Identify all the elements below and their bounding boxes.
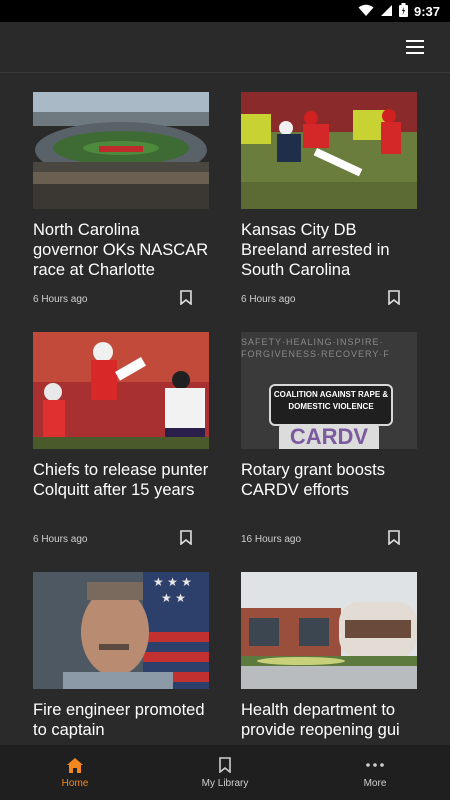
status-time: 9:37 <box>413 4 440 19</box>
article-title: Rotary grant boosts CARDV efforts <box>241 461 385 499</box>
bookmark-icon <box>219 756 231 774</box>
article-age: 6 Hours ago <box>33 294 88 305</box>
more-dots-icon <box>366 756 384 774</box>
nav-home-label: Home <box>61 778 89 789</box>
home-icon <box>66 756 84 774</box>
nav-home[interactable]: Home <box>0 745 150 800</box>
cellular-signal-icon <box>380 4 393 20</box>
sign-background-words: SAFETY·HEALING·INSPIRE· FORGIVENESS·RECO… <box>241 337 390 359</box>
article-card[interactable]: North Carolina governor OKs NASCAR race … <box>33 92 209 312</box>
article-card[interactable]: ★ ★ ★ ★ ★ Fire engineer promoted to capt… <box>33 572 209 745</box>
sign-banner-text: COALITION AGAINST RAPE & DOMESTIC VIOLEN… <box>273 390 389 411</box>
article-title: North Carolina governor OKs NASCAR race … <box>33 221 209 279</box>
bookmark-icon[interactable] <box>180 290 192 306</box>
nav-more-label: More <box>363 778 387 789</box>
article-title: Health department to provide reopening g… <box>241 701 400 739</box>
bookmark-icon[interactable] <box>180 530 192 546</box>
article-title: Kansas City DB Breeland arrested in Sout… <box>241 221 390 279</box>
article-image <box>241 572 417 689</box>
article-title: Fire engineer promoted to captain <box>33 701 205 739</box>
bookmark-icon[interactable] <box>388 530 400 546</box>
article-card[interactable]: SAFETY·HEALING·INSPIRE· FORGIVENESS·RECO… <box>241 332 417 552</box>
app-bar <box>0 22 450 73</box>
nav-library[interactable]: My Library <box>150 745 300 800</box>
article-title: Chiefs to release punter Colquitt after … <box>33 461 209 499</box>
status-bar: 9:37 <box>0 0 450 22</box>
battery-icon <box>398 3 408 20</box>
article-image <box>33 332 209 449</box>
bottom-navigation: Home My Library More <box>0 745 450 800</box>
article-age: 6 Hours ago <box>33 534 88 545</box>
article-image <box>33 92 209 209</box>
article-card[interactable]: Chiefs to release punter Colquitt after … <box>33 332 209 552</box>
article-image: SAFETY·HEALING·INSPIRE· FORGIVENESS·RECO… <box>241 332 417 449</box>
article-card[interactable]: Health department to provide reopening g… <box>241 572 417 745</box>
article-age: 16 Hours ago <box>241 534 302 545</box>
article-image: ★ ★ ★ ★ ★ <box>33 572 209 689</box>
article-grid: North Carolina governor OKs NASCAR race … <box>0 72 450 745</box>
article-age: 6 Hours ago <box>241 294 296 305</box>
sign-logo-text: CARDV <box>289 424 369 449</box>
bookmark-icon[interactable] <box>388 290 400 306</box>
svg-text:★ ★: ★ ★ <box>161 591 186 605</box>
nav-more[interactable]: More <box>300 745 450 800</box>
nav-library-label: My Library <box>201 778 249 789</box>
article-image <box>241 92 417 209</box>
article-card[interactable]: Kansas City DB Breeland arrested in Sout… <box>241 92 417 312</box>
wifi-icon <box>358 4 374 20</box>
svg-text:★ ★ ★: ★ ★ ★ <box>153 575 192 589</box>
menu-icon[interactable] <box>406 40 424 54</box>
